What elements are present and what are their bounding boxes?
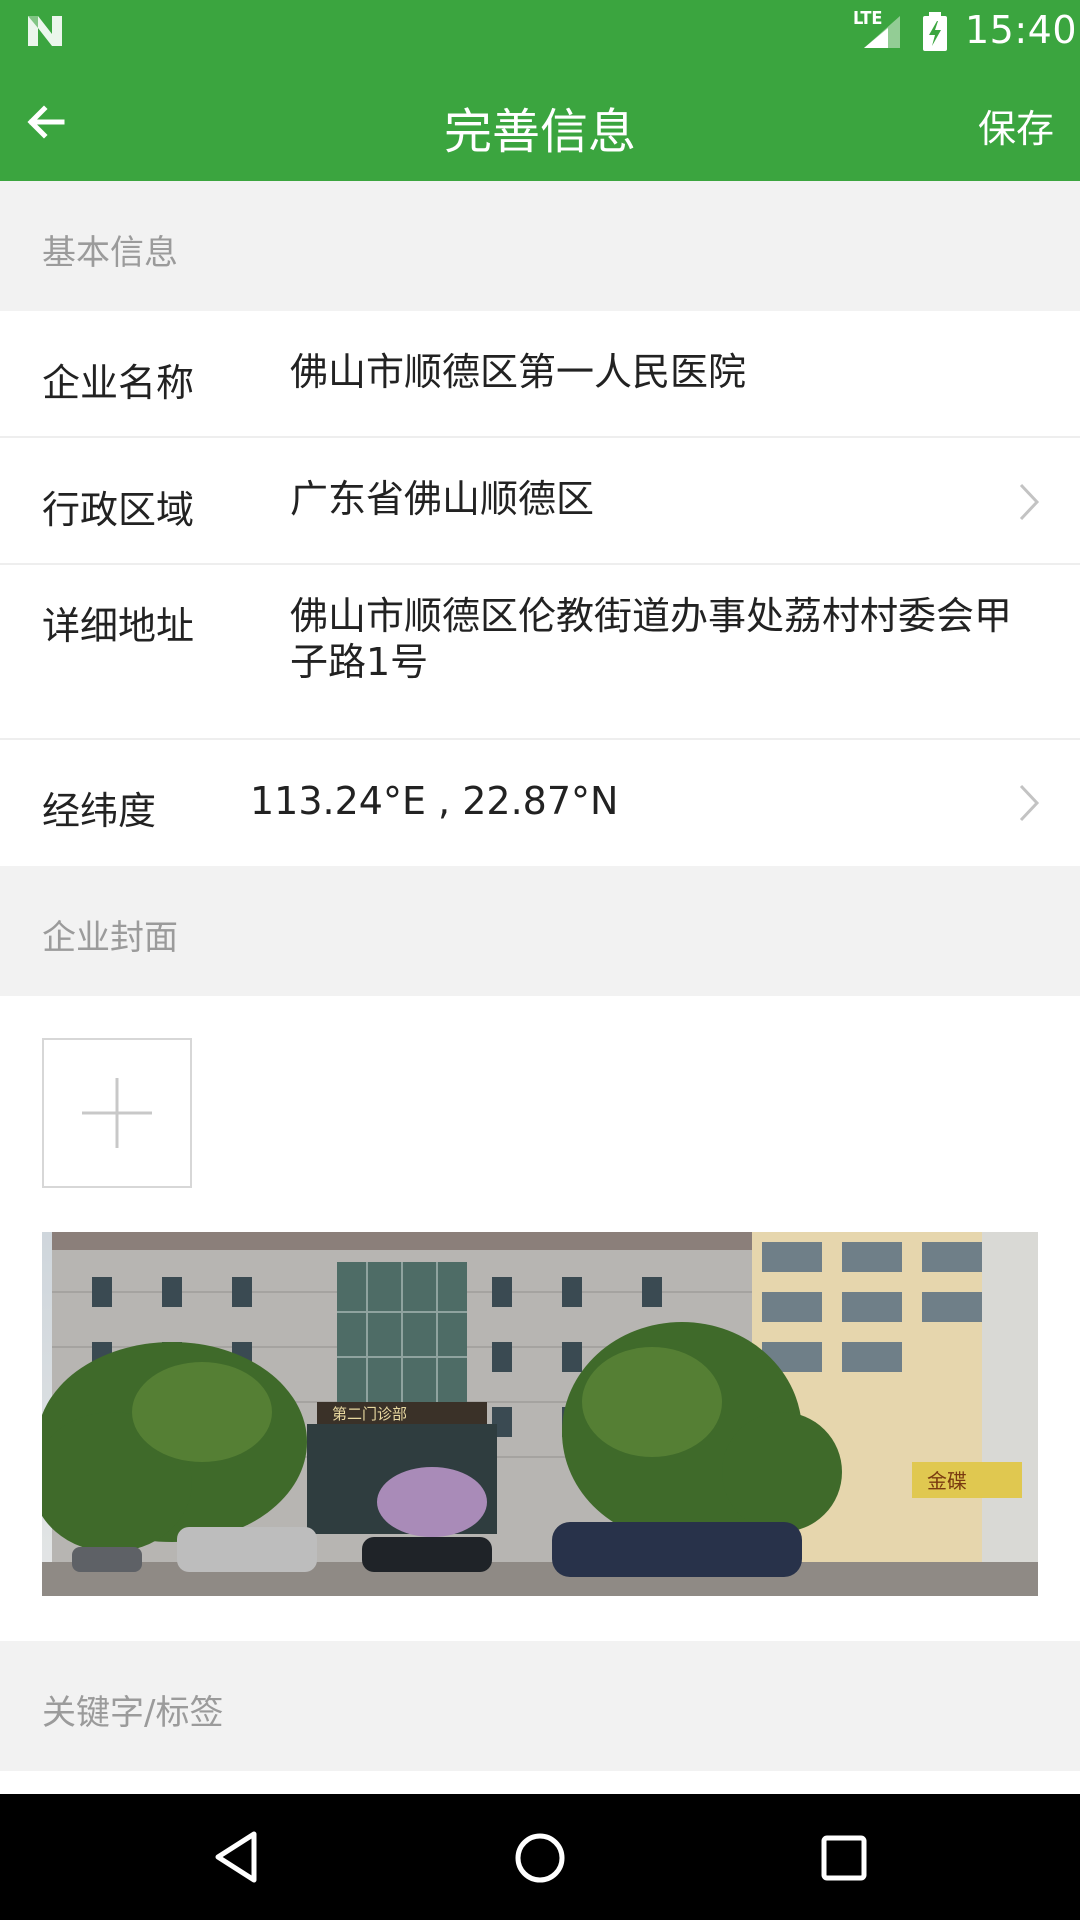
- address-row[interactable]: 详细地址 佛山市顺德区伦教街道办事处荔村村委会甲子路1号: [0, 565, 1080, 740]
- section-title: 企业封面: [42, 918, 178, 958]
- section-header-keywords: 关键字/标签: [0, 1641, 1080, 1771]
- save-button[interactable]: 保存: [978, 98, 1054, 153]
- plus-icon: [82, 1078, 152, 1148]
- photo-sign-text: 第二门诊部: [332, 1405, 407, 1423]
- keywords-panel: [0, 1771, 1080, 1794]
- section-header-basic-info: 基本信息: [0, 181, 1080, 311]
- cover-photo[interactable]: 第二门诊部 金碟: [42, 1232, 1038, 1596]
- company-name-row[interactable]: 企业名称 佛山市顺德区第一人民医院: [0, 311, 1080, 438]
- company-name-value[interactable]: 佛山市顺德区第一人民医院: [290, 349, 746, 395]
- chevron-right-icon: [1019, 784, 1040, 822]
- system-nav-bar: [0, 1794, 1080, 1920]
- coordinates-row[interactable]: 经纬度 113.24°E , 22.87°N: [0, 740, 1080, 866]
- clock: 15:40: [965, 8, 1078, 52]
- signal-icon: [864, 16, 900, 48]
- section-title: 关键字/标签: [42, 1693, 224, 1733]
- hospital-building-image: 第二门诊部 金碟: [42, 1232, 1038, 1596]
- back-triangle-icon[interactable]: [212, 1830, 260, 1884]
- battery-charging-icon: [923, 12, 947, 51]
- address-label: 详细地址: [42, 604, 195, 648]
- company-name-label: 企业名称: [42, 361, 195, 405]
- add-cover-button[interactable]: [42, 1038, 192, 1188]
- cover-panel: 第二门诊部 金碟: [0, 996, 1080, 1641]
- region-label: 行政区域: [42, 488, 195, 532]
- region-value: 广东省佛山顺德区: [290, 477, 595, 521]
- home-circle-icon[interactable]: [514, 1832, 566, 1884]
- section-header-cover: 企业封面: [0, 866, 1080, 996]
- page-title: 完善信息: [443, 104, 636, 160]
- coordinates-value: 113.24°E , 22.87°N: [250, 779, 619, 823]
- recents-square-icon[interactable]: [820, 1834, 868, 1882]
- n-logo-icon: [28, 16, 62, 46]
- region-row[interactable]: 行政区域 广东省佛山顺德区: [0, 438, 1080, 565]
- status-bar: LTE 15:40: [0, 0, 1080, 63]
- chevron-right-icon: [1019, 483, 1040, 521]
- section-title: 基本信息: [42, 233, 178, 273]
- photo-sign-text: 金碟: [927, 1469, 967, 1493]
- coordinates-label: 经纬度: [42, 789, 157, 833]
- address-value[interactable]: 佛山市顺德区伦教街道办事处荔村村委会甲子路1号: [290, 593, 1040, 685]
- app-bar: 完善信息 保存: [0, 63, 1080, 181]
